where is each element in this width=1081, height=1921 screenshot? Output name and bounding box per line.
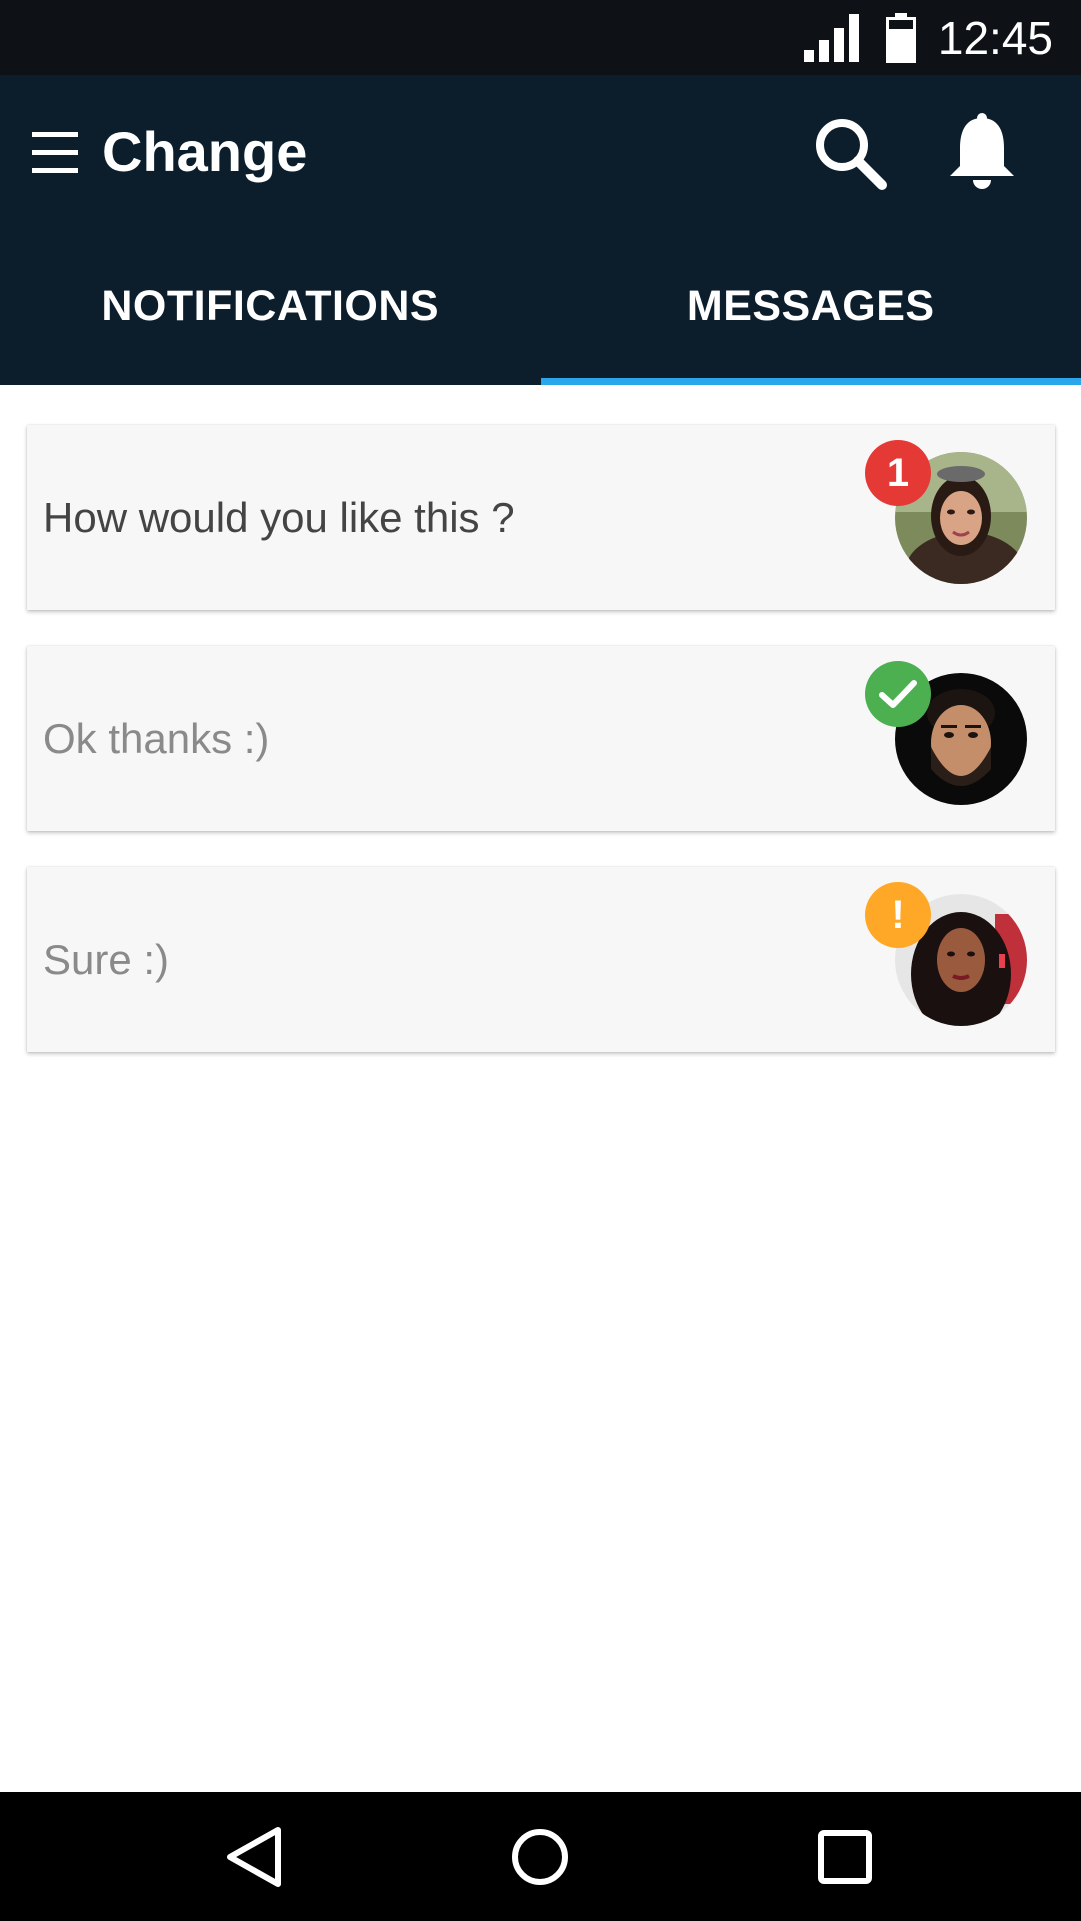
message-text: How would you like this ? <box>43 493 515 541</box>
message-card[interactable]: How would you like this ? 1 <box>27 425 1055 610</box>
message-list: How would you like this ? 1 Ok thanks:)… <box>27 425 1055 1088</box>
unread-count-badge: 1 <box>865 440 931 506</box>
tab-notifications[interactable]: NOTIFICATIONS <box>0 228 541 385</box>
navigation-bar <box>0 1792 1081 1921</box>
exclamation-badge: ! <box>865 882 931 948</box>
tab-messages[interactable]: MESSAGES <box>540 228 1081 385</box>
app-bar: Change NOTIFICATIONS MESSAGES <box>0 75 1081 385</box>
hamburger-menu-icon[interactable] <box>32 130 78 176</box>
recents-square-icon[interactable] <box>810 1822 880 1892</box>
bell-icon[interactable] <box>946 112 1018 192</box>
message-card[interactable]: Ok thanks :) <box>27 646 1055 831</box>
message-card[interactable]: Sure :) ! <box>27 867 1055 1052</box>
back-triangle-icon[interactable] <box>220 1822 290 1892</box>
message-text: Sure :) <box>43 935 170 983</box>
toolbar: Change <box>0 75 1081 228</box>
screen: 12:45 Change NOTIFICATIONS MESSAGES How … <box>0 0 1081 1921</box>
battery-icon <box>885 12 916 63</box>
unread-count: 1 <box>886 450 910 495</box>
app-title: Change <box>102 120 308 183</box>
tab-bar: NOTIFICATIONS MESSAGES <box>0 228 1081 385</box>
cellular-signal-icon <box>803 13 864 62</box>
check-icon <box>878 678 918 710</box>
exclamation-mark: ! <box>891 892 905 937</box>
home-circle-icon[interactable] <box>505 1822 575 1892</box>
message-text: Ok thanks :) <box>43 714 270 762</box>
status-bar: 12:45 <box>0 0 1081 75</box>
status-time: 12:45 <box>937 11 1053 64</box>
check-badge <box>865 661 931 727</box>
search-icon[interactable] <box>812 115 888 191</box>
